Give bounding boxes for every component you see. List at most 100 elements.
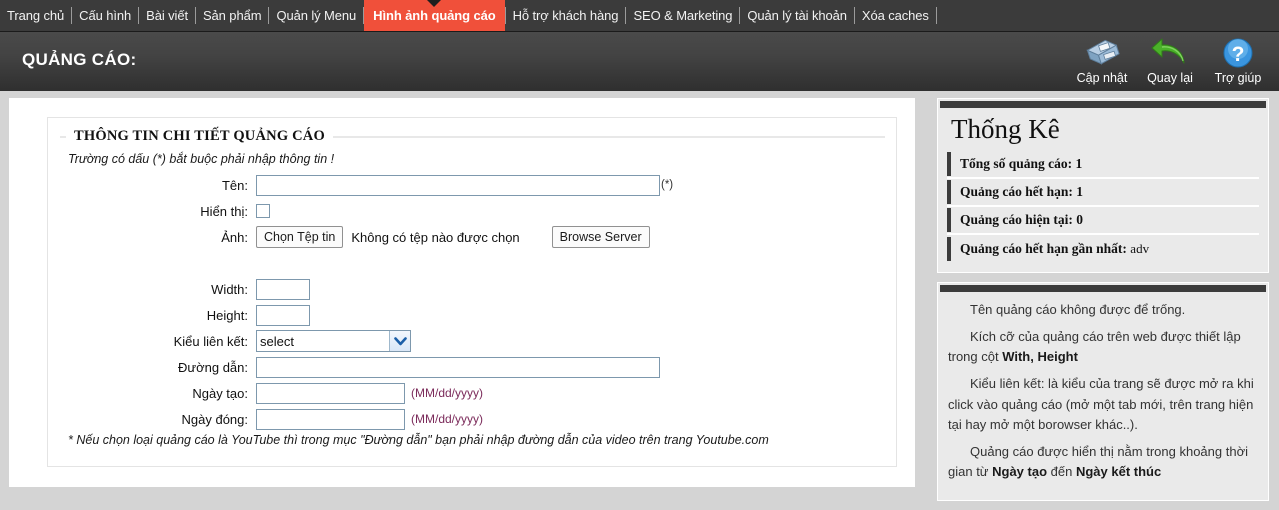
stat-row-expired: Quảng cáo hết hạn: 1	[947, 179, 1259, 208]
stat-latest-expired-text: Quảng cáo hết hạn gần nhất: adv	[960, 241, 1149, 257]
stat-accent-bar	[947, 180, 951, 205]
stat-expired-text: Quảng cáo hết hạn: 1	[960, 184, 1083, 200]
help-button-label: Trợ giúp	[1214, 71, 1262, 85]
help-paragraph-1: Tên quảng cáo không được để trống.	[948, 300, 1258, 320]
stat-total-text: Tổng số quảng cáo: 1	[960, 156, 1082, 172]
stat-row-total: Tổng số quảng cáo: 1	[947, 151, 1259, 180]
help-text: Tên quảng cáo không được để trống.	[970, 302, 1186, 318]
page-title: QUẢNG CÁO:	[22, 50, 137, 69]
nav-item-trang-chu[interactable]: Trang chủ	[0, 0, 71, 31]
help-text: Kiểu liên kết: là kiểu của trang sẽ được…	[948, 376, 1254, 432]
nav-label: SEO & Marketing	[633, 8, 733, 23]
form-container: THÔNG TIN CHI TIẾT QUẢNG CÁO Trường có d…	[47, 117, 897, 467]
update-button[interactable]: Cập nhật	[1069, 36, 1135, 87]
nav-item-cau-hinh[interactable]: Cấu hình	[72, 0, 138, 31]
stat-label: Quảng cáo hiện tại:	[960, 212, 1073, 228]
form-row-path: Đường dẫn:	[60, 356, 885, 378]
help-text: đến	[1047, 464, 1076, 480]
help-bold-term: With, Height	[1002, 349, 1078, 365]
stat-value: 1	[1076, 184, 1084, 200]
svg-text:?: ?	[1232, 43, 1245, 66]
height-input[interactable]	[256, 304, 310, 326]
youtube-footnote: * Nếu chọn loại quảng cáo là YouTube thì…	[68, 433, 769, 447]
back-button[interactable]: Quay lại	[1137, 36, 1203, 87]
stat-label: Quảng cáo hết hạn gần nhất:	[960, 241, 1127, 257]
question-mark-icon: ?	[1205, 36, 1271, 70]
main-navigation-bar: Trang chủ Cấu hình Bài viết Sản phẩm Quả…	[0, 0, 1279, 31]
nav-item-xoa-caches[interactable]: Xóa caches	[855, 0, 936, 31]
close-date-label: Ngày đóng:	[181, 411, 249, 427]
width-label: Width:	[211, 281, 248, 297]
stat-value: 1	[1075, 156, 1083, 172]
nav-label: Sản phẩm	[202, 8, 262, 23]
header-toolbar: Cập nhật Quay lại ? Trợ giúp	[1069, 36, 1271, 87]
ad-detail-fieldset: THÔNG TIN CHI TIẾT QUẢNG CÁO Trường có d…	[60, 128, 885, 453]
stat-value: 0	[1076, 212, 1084, 228]
nav-item-quan-ly-menu[interactable]: Quản lý Menu	[269, 0, 363, 31]
nav-item-hinh-anh-quang-cao[interactable]: Hình ảnh quảng cáo	[364, 0, 505, 31]
nav-label: Cấu hình	[79, 8, 132, 23]
nav-item-quan-ly-tai-khoan[interactable]: Quản lý tài khoản	[740, 0, 853, 31]
nav-item-san-pham[interactable]: Sản phẩm	[196, 0, 268, 31]
close-date-input[interactable]	[256, 408, 405, 430]
panel-top-accent-bar	[940, 101, 1266, 108]
form-row-close-date: Ngày đóng: (MM/dd/yyyy)	[60, 408, 885, 430]
help-text: Kích cỡ của quảng cáo trên web được thiế…	[948, 329, 1241, 365]
name-label: Tên:	[221, 177, 248, 193]
form-row-name: Tên: (*)	[60, 174, 885, 196]
main-content-panel: THÔNG TIN CHI TIẾT QUẢNG CÁO Trường có d…	[9, 98, 915, 487]
close-date-format-hint: (MM/dd/yyyy)	[411, 412, 483, 426]
display-checkbox[interactable]	[256, 204, 270, 218]
path-label: Đường dẫn:	[178, 359, 248, 375]
nav-label: Bài viết	[146, 8, 188, 23]
help-paragraph-3: Kiểu liên kết: là kiểu của trang sẽ được…	[948, 374, 1258, 434]
page-header-bar: QUẢNG CÁO: Cập nhật Quay lại ? Trợ giúp	[0, 31, 1279, 91]
name-input[interactable]	[256, 174, 660, 196]
stat-accent-bar	[947, 208, 951, 233]
stat-row-latest-expired: Quảng cáo hết hạn gần nhất: adv	[947, 235, 1259, 264]
statistics-panel: Thống Kê Tổng số quảng cáo: 1 Quảng cáo …	[937, 98, 1269, 274]
path-input[interactable]	[256, 356, 660, 378]
stat-label: Quảng cáo hết hạn:	[960, 184, 1073, 200]
link-type-select[interactable]: select	[256, 330, 411, 352]
form-spacer	[60, 252, 885, 278]
form-row-width: Width:	[60, 278, 885, 300]
fieldset-legend: THÔNG TIN CHI TIẾT QUẢNG CÁO	[74, 128, 325, 144]
name-required-marker: (*)	[661, 179, 674, 191]
stat-row-current: Quảng cáo hiện tại: 0	[947, 207, 1259, 236]
width-input[interactable]	[256, 278, 310, 300]
sidebar: Thống Kê Tổng số quảng cáo: 1 Quảng cáo …	[937, 98, 1269, 510]
back-arrow-icon	[1137, 36, 1203, 70]
statistics-title: Thống Kê	[951, 114, 1060, 144]
nav-item-bai-viet[interactable]: Bài viết	[139, 0, 195, 31]
help-button[interactable]: ? Trợ giúp	[1205, 36, 1271, 87]
browse-server-button[interactable]: Browse Server	[551, 226, 650, 248]
nav-label: Hình ảnh quảng cáo	[373, 8, 496, 23]
help-bold-term: Ngày kết thúc	[1075, 464, 1162, 480]
help-paragraph-4: Quảng cáo được hiển thị nằm trong khoảng…	[948, 442, 1258, 482]
stat-label: Tổng số quảng cáo:	[960, 156, 1073, 172]
link-type-select-wrapper: select	[256, 330, 411, 352]
nav-label: Hỗ trợ khách hàng	[512, 8, 619, 23]
form-row-image: Ảnh: Chọn Tệp tin Không có tệp nào được …	[60, 226, 885, 248]
choose-file-button[interactable]: Chọn Tệp tin	[256, 226, 344, 248]
help-bold-term: Ngày tạo	[992, 464, 1048, 480]
form-row-created-date: Ngày tạo: (MM/dd/yyyy)	[60, 382, 885, 404]
active-tab-pointer-icon	[427, 0, 442, 7]
height-label: Height:	[206, 307, 248, 323]
update-button-label: Cập nhật	[1076, 71, 1128, 85]
nav-item-ho-tro-khach-hang[interactable]: Hỗ trợ khách hàng	[506, 0, 626, 31]
created-date-label: Ngày tạo:	[192, 385, 248, 401]
nav-item-seo-marketing[interactable]: SEO & Marketing	[626, 0, 739, 31]
nav-label: Quản lý Menu	[276, 8, 357, 23]
display-label: Hiển thị:	[200, 203, 248, 219]
form-row-link-type: Kiểu liên kết: select	[60, 330, 885, 352]
help-panel: Tên quảng cáo không được để trống. Kích …	[937, 282, 1269, 502]
stat-value: adv	[1130, 241, 1150, 257]
floppy-disk-icon	[1069, 36, 1135, 70]
required-fields-note: Trường có dấu (*) bắt buộc phải nhập thô…	[68, 152, 335, 166]
nav-separator	[935, 7, 937, 24]
help-paragraph-2: Kích cỡ của quảng cáo trên web được thiế…	[948, 327, 1258, 367]
stat-current-text: Quảng cáo hiện tại: 0	[960, 212, 1083, 228]
created-date-input[interactable]	[256, 382, 405, 404]
